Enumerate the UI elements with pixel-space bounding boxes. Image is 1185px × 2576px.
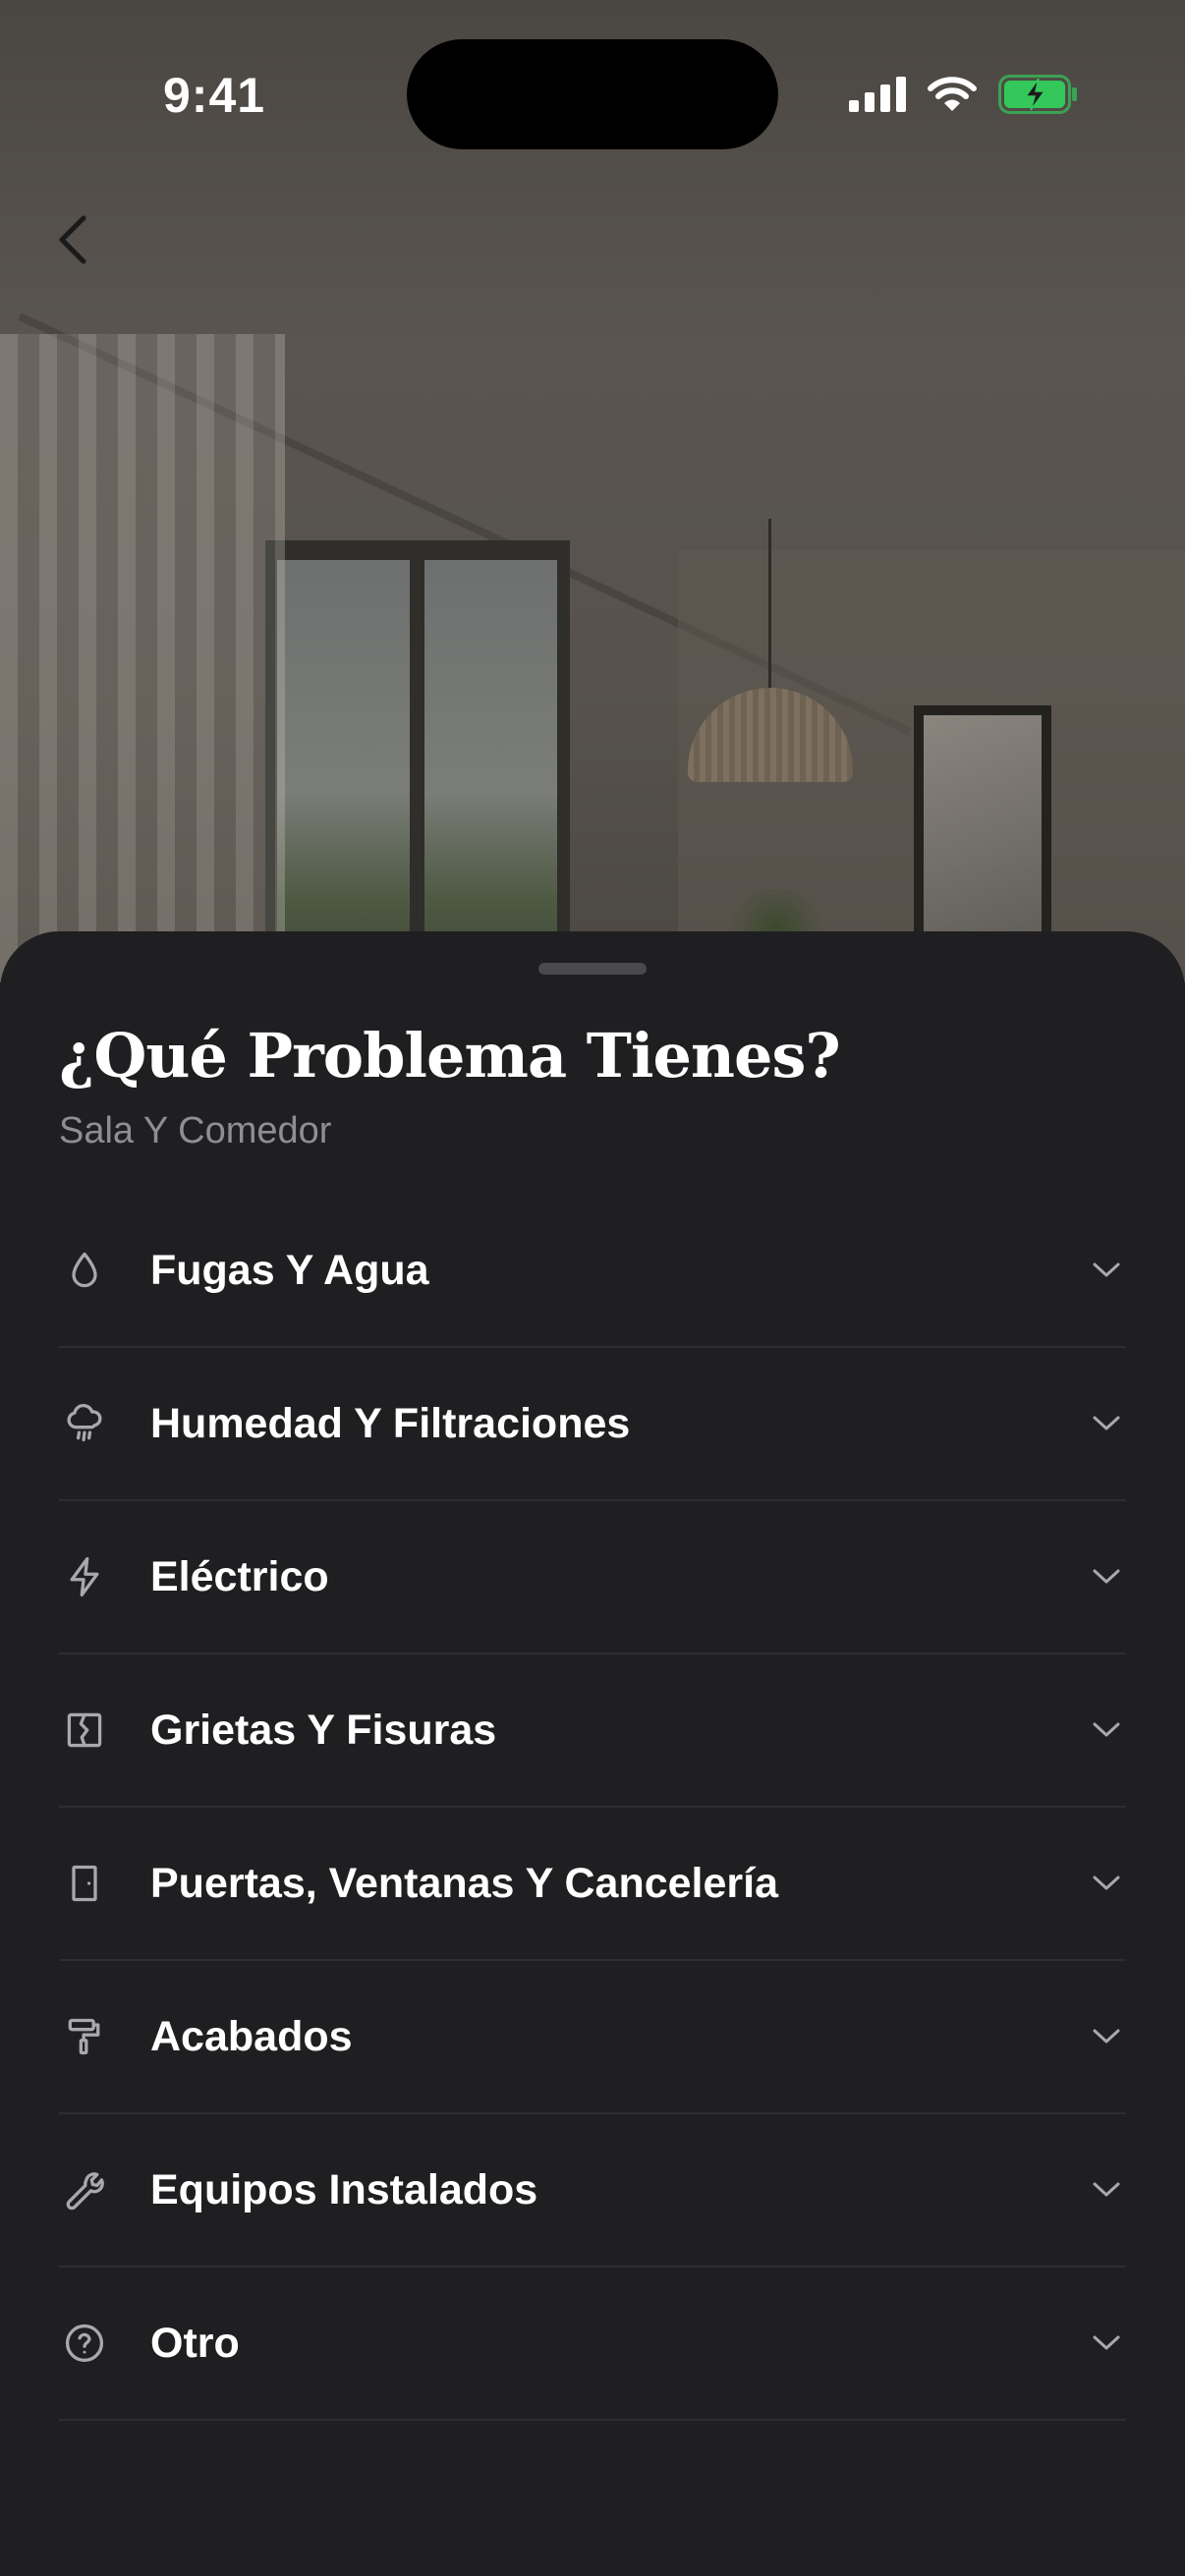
chevron-down-icon [1087, 2017, 1126, 2056]
chevron-down-icon [1087, 2324, 1126, 2363]
sheet-title: ¿Qué Problema Tienes? [59, 1020, 841, 1092]
curtain [0, 334, 285, 982]
category-label: Equipos Instalados [150, 2165, 538, 2213]
question-circle-icon [63, 2322, 106, 2365]
door-icon [63, 1862, 106, 1905]
chevron-down-icon [1087, 1251, 1126, 1290]
window-pane [277, 560, 410, 982]
category-row-acabados[interactable]: Acabados [59, 1961, 1126, 2114]
category-row-equipos-instalados[interactable]: Equipos Instalados [59, 2114, 1126, 2268]
chevron-down-icon [1087, 2170, 1126, 2210]
category-row-puertas-ventanas-canceleria[interactable]: Puertas, Ventanas Y Cancelería [59, 1808, 1126, 1961]
chevron-left-icon [56, 214, 89, 265]
crack-icon [63, 1708, 106, 1752]
status-icons [849, 75, 1079, 114]
category-label: Acabados [150, 2012, 353, 2060]
lightning-icon [63, 1555, 106, 1598]
sheet-grabber[interactable] [538, 963, 647, 975]
category-row-otro[interactable]: Otro [59, 2268, 1126, 2421]
cloud-rain-icon [63, 1402, 106, 1445]
category-list: Fugas Y Agua Humedad Y Filtraciones Eléc… [59, 1195, 1126, 2421]
back-button[interactable] [39, 206, 106, 273]
category-label: Humedad Y Filtraciones [150, 1399, 631, 1447]
chevron-down-icon [1087, 1557, 1126, 1596]
category-label: Grietas Y Fisuras [150, 1706, 497, 1754]
category-row-fugas-y-agua[interactable]: Fugas Y Agua [59, 1195, 1126, 1348]
category-row-electrico[interactable]: Eléctrico [59, 1501, 1126, 1654]
problem-selection-sheet: ¿Qué Problema Tienes? Sala Y Comedor Fug… [0, 931, 1185, 2576]
chevron-down-icon [1087, 1710, 1126, 1750]
category-row-humedad-y-filtraciones[interactable]: Humedad Y Filtraciones [59, 1348, 1126, 1501]
window-pane [424, 560, 557, 982]
chevron-down-icon [1087, 1864, 1126, 1903]
water-drop-icon [63, 1249, 106, 1292]
sheet-subtitle: Sala Y Comedor [59, 1110, 332, 1151]
window [265, 540, 570, 982]
battery-charging-icon [998, 75, 1079, 114]
category-label: Otro [150, 2319, 240, 2367]
dynamic-island [407, 39, 778, 149]
category-label: Eléctrico [150, 1552, 329, 1600]
category-label: Fugas Y Agua [150, 1246, 429, 1294]
wrench-icon [63, 2168, 106, 2212]
category-row-grietas-y-fisuras[interactable]: Grietas Y Fisuras [59, 1654, 1126, 1808]
status-time: 9:41 [163, 68, 266, 123]
category-label: Puertas, Ventanas Y Cancelería [150, 1859, 778, 1907]
signal-icon [849, 77, 906, 112]
chevron-down-icon [1087, 1404, 1126, 1443]
paint-roller-icon [63, 2015, 106, 2058]
wifi-icon [928, 76, 977, 113]
lamp-cord [768, 519, 771, 696]
